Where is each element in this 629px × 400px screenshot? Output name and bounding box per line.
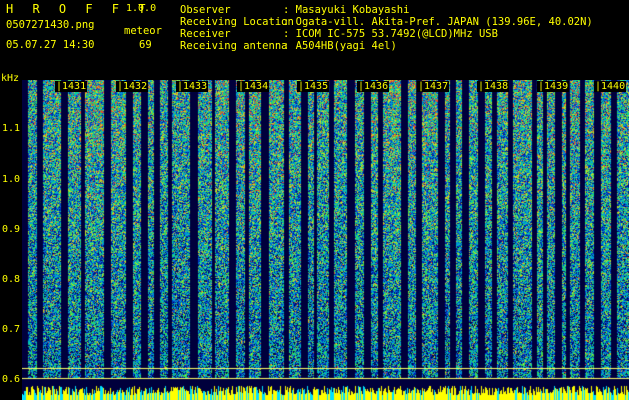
y-tick-label: 0.9 — [2, 224, 21, 235]
y-tick-label: 1.1 — [2, 123, 21, 134]
x-tick-label: |1435 — [297, 81, 330, 92]
x-tick-label: |1440 — [594, 81, 627, 92]
x-tick-label: |1433 — [176, 81, 209, 92]
receiver-label: Receiver — [180, 28, 231, 40]
antenna-label: Receiving antenna — [180, 40, 288, 52]
station-labels: Observer Receiving Location Receiver Rec… — [180, 4, 294, 52]
y-tick-label: 0.8 — [2, 274, 21, 285]
x-tick-label: |1431 — [55, 81, 88, 92]
y-tick-label: 0.6 — [2, 374, 21, 385]
antenna-value: : A504HB(yagi 4el) — [283, 40, 397, 52]
receiver-value: : ICOM IC-575 53.7492(@LCD)MHz USB — [283, 28, 498, 40]
meteor-count: 69 — [139, 39, 152, 51]
station-values: : Masayuki Kobayashi : Ogata-vill. Akita… — [283, 4, 593, 52]
x-tick-label: |1437 — [417, 81, 450, 92]
y-tick-label: 0.7 — [2, 324, 21, 335]
location-value: : Ogata-vill. Akita-Pref. JAPAN (139.96E… — [283, 16, 593, 28]
app-version: 1.0.0 — [126, 3, 157, 14]
meteor-label: meteor — [124, 25, 162, 37]
file-name: 0507271430.png — [6, 19, 95, 31]
y-axis-unit: kHz — [1, 73, 20, 84]
x-tick-label: |1434 — [237, 81, 270, 92]
x-tick-label: |1432 — [116, 81, 149, 92]
spectrogram — [22, 80, 629, 400]
y-tick-label: 1.0 — [2, 174, 21, 185]
file-datetime: 05.07.27 14:30 — [6, 39, 95, 51]
observer-label: Observer — [180, 4, 231, 16]
observer-value: : Masayuki Kobayashi — [283, 4, 410, 16]
x-tick-label: |1439 — [537, 81, 570, 92]
x-tick-label: |1438 — [477, 81, 510, 92]
location-label: Receiving Location — [180, 16, 294, 28]
x-tick-label: |1436 — [357, 81, 390, 92]
